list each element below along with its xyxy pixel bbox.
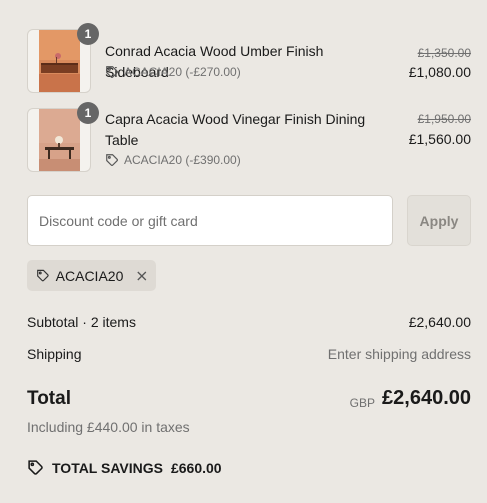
item-discount-text: ACACIA20 (-£270.00) [124, 65, 241, 79]
total-currency: GBP [349, 396, 375, 410]
item-discount-text: ACACIA20 (-£390.00) [124, 153, 241, 167]
cart-item: 1 Conrad Acacia Wood Umber Finish Sidebo… [27, 23, 471, 93]
item-original-price: £1,950.00 [417, 112, 471, 126]
subtotal-value: £2,640.00 [408, 314, 471, 330]
cart-item: 1 Capra Acacia Wood Vinegar Finish Dinin… [27, 102, 471, 172]
applied-discount-chip: ACACIA20 [27, 260, 156, 291]
product-thumbnail: 1 [27, 102, 99, 172]
item-price: £1,080.00 [408, 64, 471, 80]
taxes-note: Including £440.00 in taxes [27, 419, 190, 435]
total-value: £2,640.00 [382, 387, 471, 409]
tag-icon [37, 269, 49, 282]
dining-table-image [39, 109, 80, 171]
total-label: Total [27, 388, 71, 409]
savings-label: TOTAL SAVINGS [52, 459, 163, 476]
close-icon[interactable] [137, 270, 147, 282]
subtotal-label: Subtotal · 2 items [27, 314, 136, 330]
tag-icon [106, 154, 118, 166]
shipping-label: Shipping [27, 346, 82, 362]
total-savings: TOTAL SAVINGS £660.00 [27, 459, 222, 476]
discount-code-input[interactable] [27, 195, 393, 246]
applied-discount-code: ACACIA20 [55, 267, 124, 284]
sideboard-image [39, 30, 80, 92]
item-discount: ACACIA20 (-£270.00) [105, 65, 241, 79]
tag-icon [28, 460, 43, 475]
apply-button[interactable]: Apply [407, 195, 471, 246]
quantity-badge: 1 [77, 102, 99, 124]
quantity-badge: 1 [77, 23, 99, 45]
shipping-value: Enter shipping address [327, 346, 471, 362]
savings-value: £660.00 [170, 459, 222, 476]
tag-icon [106, 66, 118, 78]
item-title: Capra Acacia Wood Vinegar Finish Dining … [105, 111, 366, 148]
item-discount: ACACIA20 (-£390.00) [105, 153, 241, 167]
item-price: £1,560.00 [408, 131, 471, 147]
product-thumbnail: 1 [27, 23, 99, 93]
item-original-price: £1,350.00 [417, 46, 471, 60]
